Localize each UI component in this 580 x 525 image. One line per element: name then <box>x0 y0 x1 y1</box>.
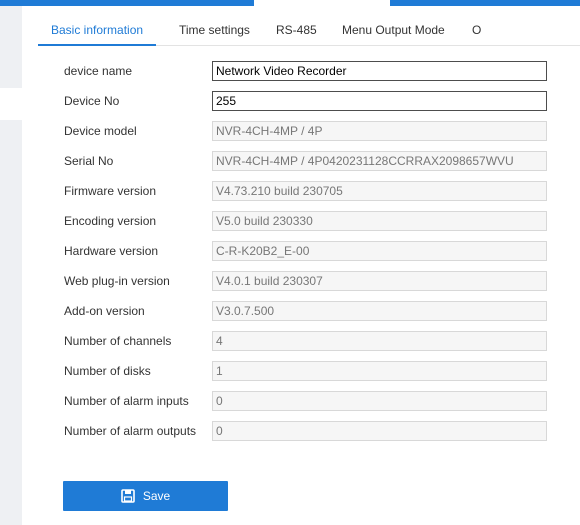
tab-bar: Basic information Time settings RS-485 M… <box>38 15 580 46</box>
num-alarm-inputs-field: 0 <box>212 391 547 411</box>
device-name-input[interactable] <box>212 61 547 81</box>
addon-version-field: V3.0.7.500 <box>212 301 547 321</box>
device-no-input[interactable] <box>212 91 547 111</box>
web-plugin-version-label: Web plug-in version <box>64 274 170 288</box>
tab-menu-output-mode[interactable]: Menu Output Mode <box>342 15 445 45</box>
num-channels-field: 4 <box>212 331 547 351</box>
tab-basic-information[interactable]: Basic information <box>38 15 157 46</box>
save-button[interactable]: Save <box>63 481 228 511</box>
encoding-version-label: Encoding version <box>64 214 157 228</box>
form-row-num-channels: Number of channels 4 <box>0 331 580 351</box>
num-disks-field: 1 <box>212 361 547 381</box>
device-model-field: NVR-4CH-4MP / 4P <box>212 121 547 141</box>
num-alarm-inputs-label: Number of alarm inputs <box>64 394 189 408</box>
firmware-version-field: V4.73.210 build 230705 <box>212 181 547 201</box>
form-row-device-no: Device No <box>0 91 580 111</box>
addon-version-label: Add-on version <box>64 304 145 318</box>
hardware-version-field: C-R-K20B2_E-00 <box>212 241 547 261</box>
tab-overflow[interactable]: O <box>472 15 481 45</box>
floppy-disk-icon <box>121 489 135 503</box>
form-row-num-alarm-outputs: Number of alarm outputs 0 <box>0 421 580 441</box>
web-plugin-version-field: V4.0.1 build 230307 <box>212 271 547 291</box>
device-no-label: Device No <box>64 94 120 108</box>
encoding-version-field: V5.0 build 230330 <box>212 211 547 231</box>
top-accent-gap <box>254 0 390 6</box>
form-row-serial-no: Serial No NVR-4CH-4MP / 4P0420231128CCRR… <box>0 151 580 171</box>
form-row-web-plugin-version: Web plug-in version V4.0.1 build 230307 <box>0 271 580 291</box>
form-row-firmware-version: Firmware version V4.73.210 build 230705 <box>0 181 580 201</box>
top-accent-bar <box>0 0 580 6</box>
serial-no-label: Serial No <box>64 154 114 168</box>
device-name-label: device name <box>64 64 133 78</box>
num-alarm-outputs-field: 0 <box>212 421 547 441</box>
tab-rs-485[interactable]: RS-485 <box>276 15 317 45</box>
save-button-label: Save <box>142 489 171 503</box>
serial-no-field: NVR-4CH-4MP / 4P0420231128CCRRAX2098657W… <box>212 151 547 171</box>
form-row-device-model: Device model NVR-4CH-4MP / 4P <box>0 121 580 141</box>
firmware-version-label: Firmware version <box>64 184 157 198</box>
num-alarm-outputs-label: Number of alarm outputs <box>64 424 197 438</box>
form-row-addon-version: Add-on version V3.0.7.500 <box>0 301 580 321</box>
form-row-hardware-version: Hardware version C-R-K20B2_E-00 <box>0 241 580 261</box>
form-row-num-disks: Number of disks 1 <box>0 361 580 381</box>
form-row-device-name: device name <box>0 61 580 81</box>
num-channels-label: Number of channels <box>64 334 172 348</box>
num-disks-label: Number of disks <box>64 364 151 378</box>
tab-time-settings[interactable]: Time settings <box>179 15 250 45</box>
hardware-version-label: Hardware version <box>64 244 159 258</box>
form-row-encoding-version: Encoding version V5.0 build 230330 <box>0 211 580 231</box>
form-row-num-alarm-inputs: Number of alarm inputs 0 <box>0 391 580 411</box>
device-model-label: Device model <box>64 124 137 138</box>
